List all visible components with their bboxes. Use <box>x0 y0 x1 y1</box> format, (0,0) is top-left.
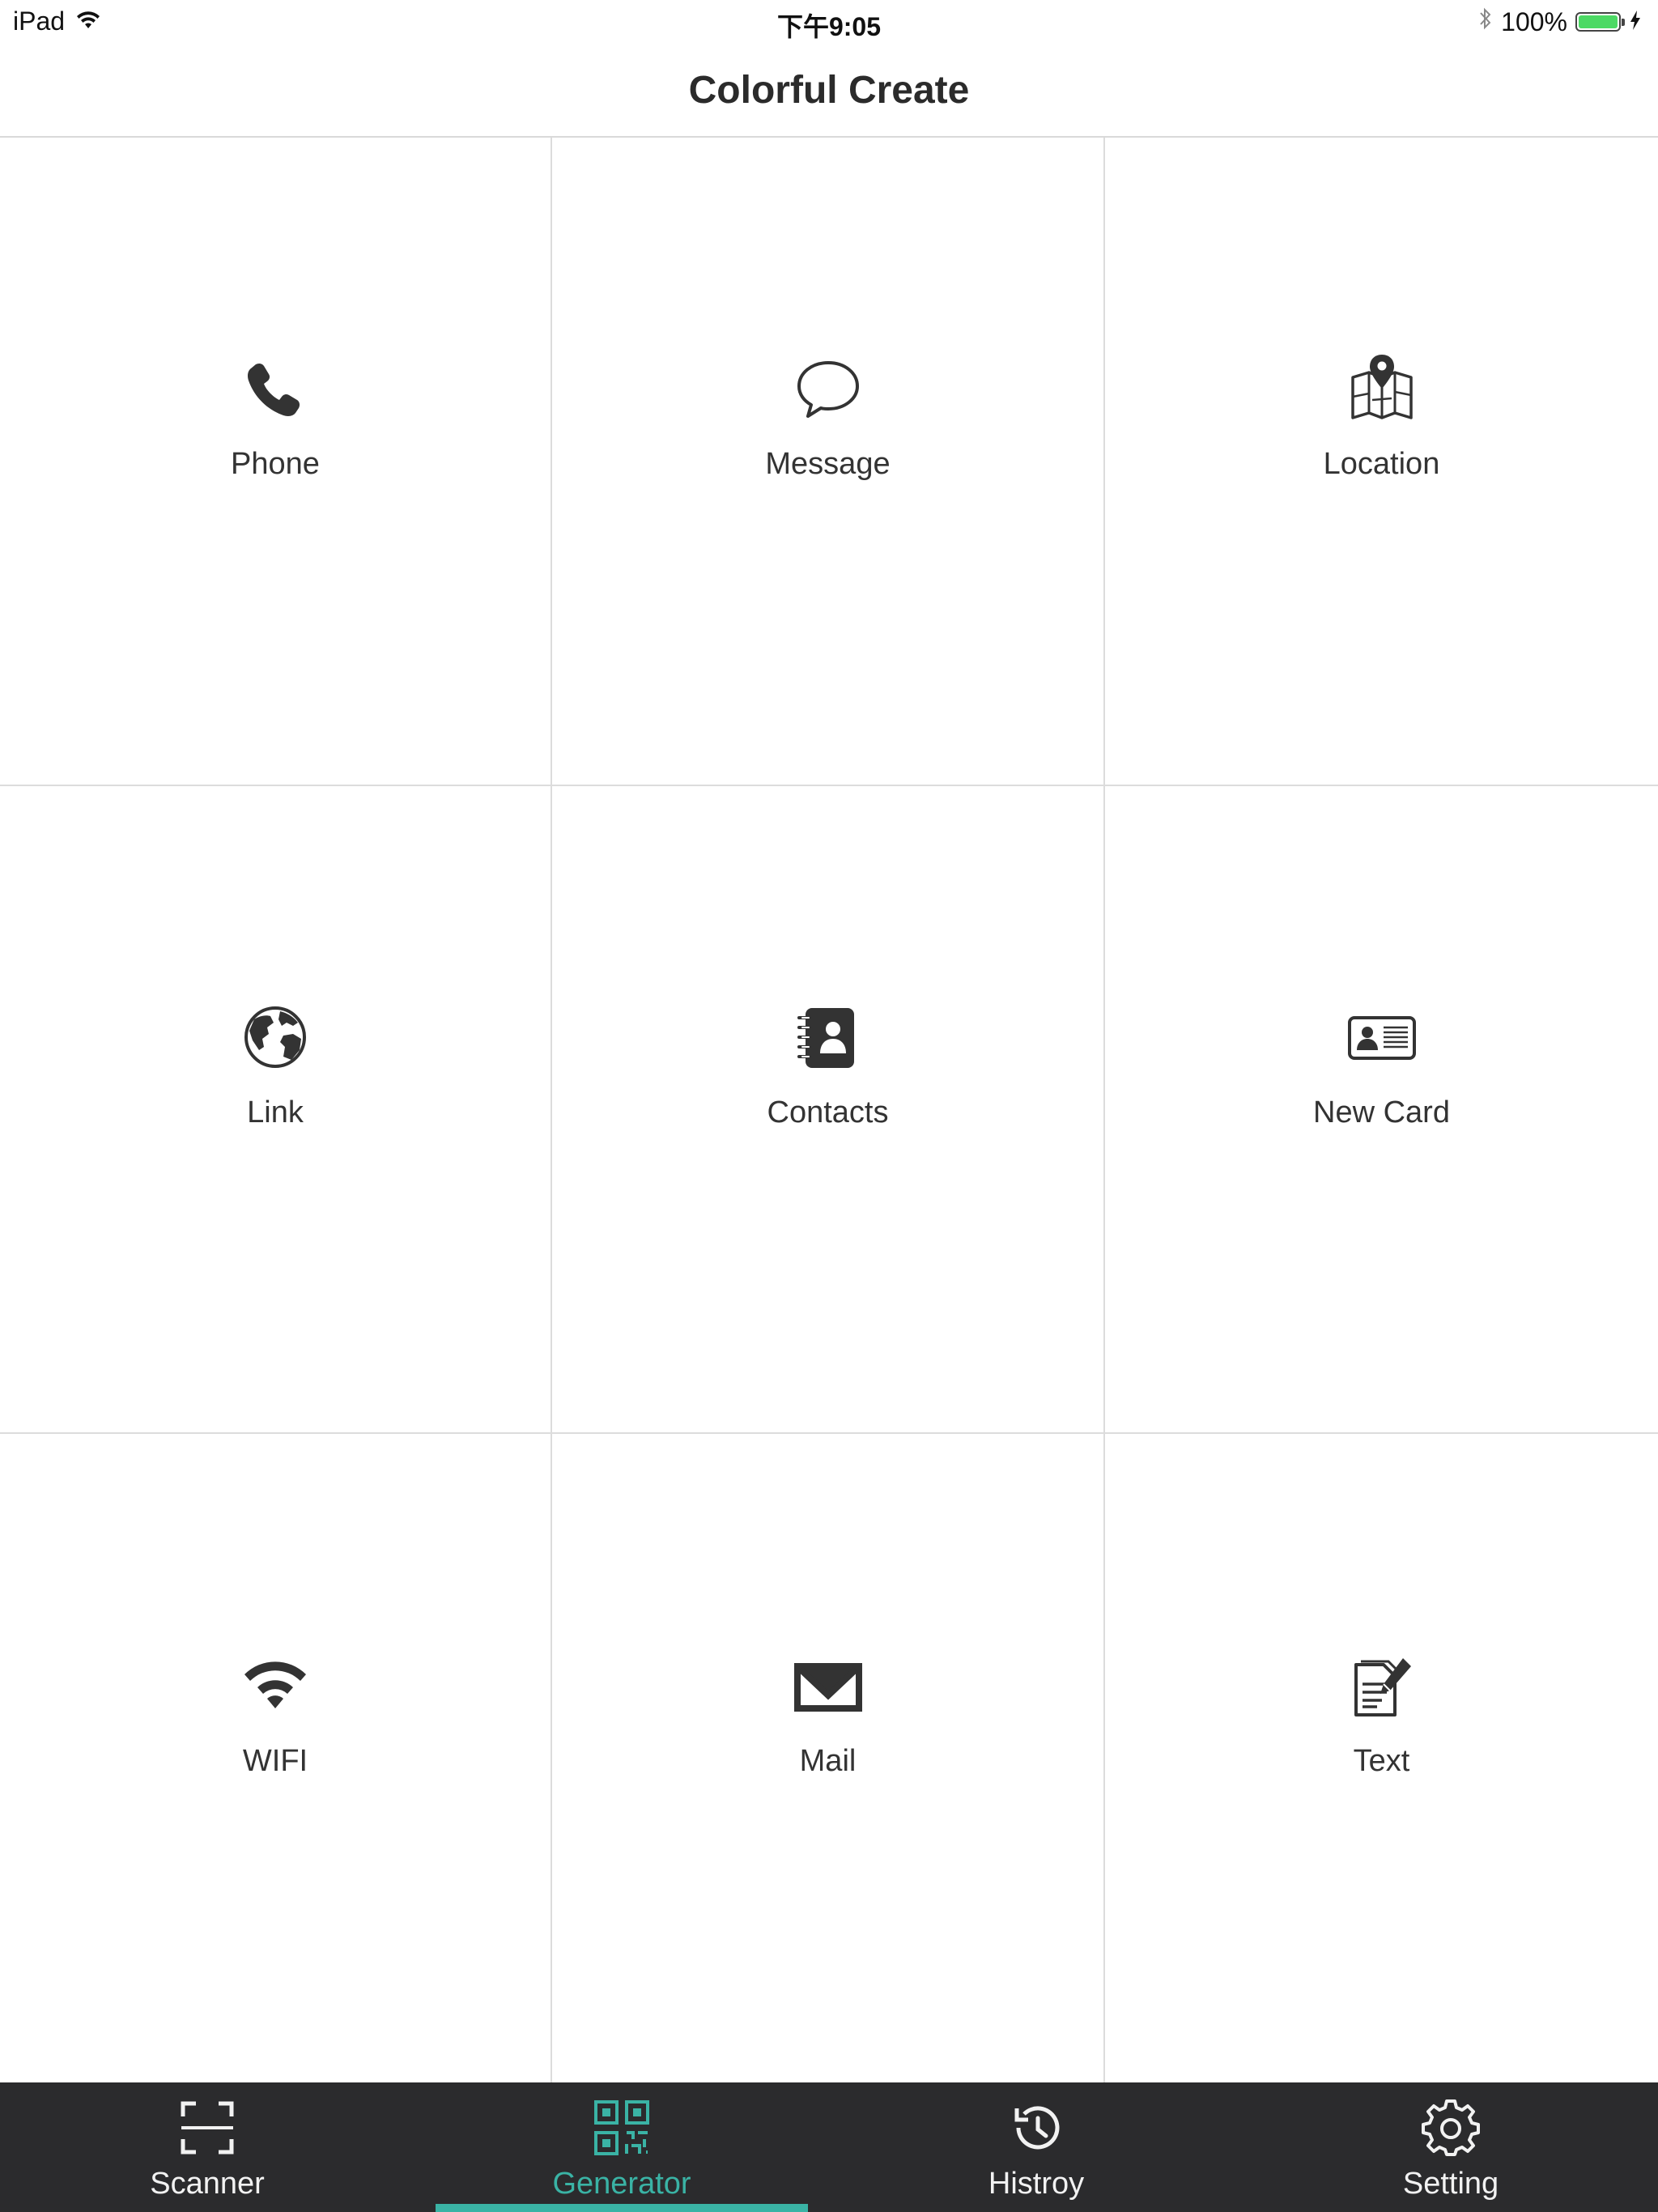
grid-item-text[interactable]: Text <box>1105 1434 1658 2082</box>
grid-item-label: Link <box>247 1095 304 1129</box>
bluetooth-icon <box>1478 6 1493 37</box>
grid-item-message[interactable]: Message <box>552 138 1105 786</box>
tab-scanner[interactable]: Scanner <box>0 2082 414 2212</box>
battery-percent: 100% <box>1501 6 1567 36</box>
mail-icon <box>791 1648 865 1723</box>
contacts-book-icon <box>791 1000 865 1074</box>
grid-item-mail[interactable]: Mail <box>552 1434 1105 2082</box>
battery-fill <box>1579 15 1618 28</box>
battery-cap <box>1622 19 1625 26</box>
grid-item-wifi[interactable]: WIFI <box>0 1434 552 2082</box>
grid-item-label: Location <box>1323 447 1440 481</box>
page-title: Colorful Create <box>688 68 970 112</box>
grid-item-location[interactable]: Location <box>1105 138 1658 786</box>
grid-item-label: Message <box>765 447 891 481</box>
grid-item-label: Mail <box>799 1744 857 1778</box>
status-right: 100% <box>1478 6 1642 37</box>
globe-icon <box>238 1000 312 1074</box>
grid-item-label: WIFI <box>242 1744 308 1778</box>
grid-item-link[interactable]: Link <box>0 786 552 1434</box>
tab-setting[interactable]: Setting <box>1244 2082 1658 2212</box>
create-type-grid: Phone Message Location Link Contacts New… <box>0 138 1658 2082</box>
grid-item-new-card[interactable]: New Card <box>1105 786 1658 1434</box>
grid-item-label: Text <box>1353 1744 1410 1778</box>
navigation-bar: Colorful Create <box>0 44 1658 138</box>
history-icon <box>1007 2099 1065 2157</box>
status-bar: iPad 下午9:05 100% <box>0 0 1658 44</box>
tab-label: Setting <box>1402 2167 1499 2201</box>
tab-history[interactable]: Histroy <box>829 2082 1244 2212</box>
scanner-icon <box>178 2099 236 2157</box>
gear-icon <box>1422 2099 1480 2157</box>
status-time: 下午9:05 <box>776 12 882 41</box>
grid-item-contacts[interactable]: Contacts <box>552 786 1105 1434</box>
active-tab-indicator <box>436 2204 808 2212</box>
app-screen: iPad 下午9:05 100% Colorful Create Phone M… <box>0 0 1658 2212</box>
tab-generator[interactable]: Generator <box>414 2082 829 2212</box>
tab-bar: Scanner Generator Histroy Setting <box>0 2082 1658 2212</box>
grid-item-label: New Card <box>1313 1095 1450 1129</box>
text-edit-icon <box>1345 1648 1419 1723</box>
grid-item-label: Contacts <box>767 1095 889 1129</box>
battery-icon <box>1575 12 1625 32</box>
grid-item-label: Phone <box>231 447 320 481</box>
message-icon <box>791 351 865 426</box>
map-pin-icon <box>1345 351 1419 426</box>
tab-label: Histroy <box>988 2167 1085 2201</box>
qr-code-icon <box>593 2099 651 2157</box>
tab-label: Generator <box>552 2167 691 2201</box>
phone-icon <box>238 351 312 426</box>
wifi-icon <box>238 1648 312 1723</box>
charging-icon <box>1629 7 1642 37</box>
id-card-icon <box>1345 1000 1419 1074</box>
tab-label: Scanner <box>150 2167 265 2201</box>
grid-item-phone[interactable]: Phone <box>0 138 552 786</box>
